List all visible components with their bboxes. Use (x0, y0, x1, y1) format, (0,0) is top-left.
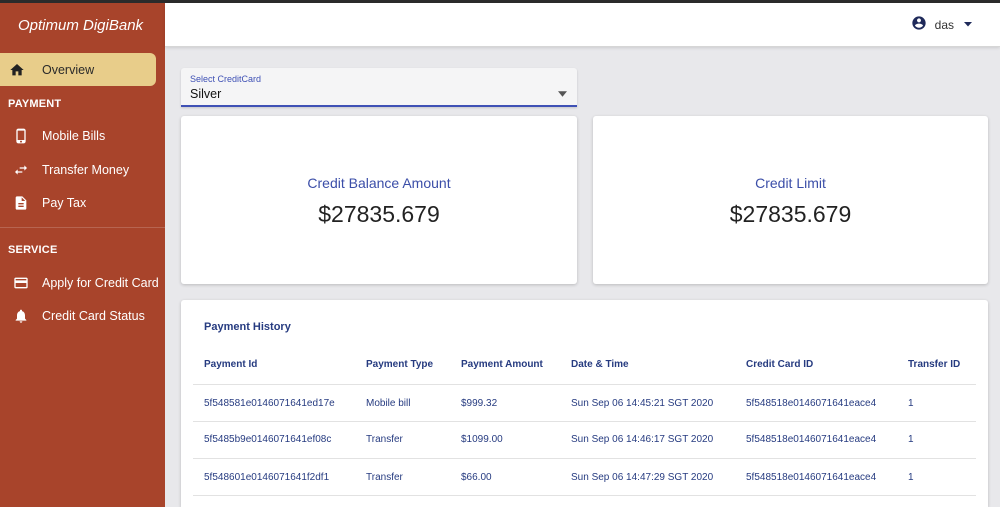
cell-date-time: Sun Sep 06 14:45:21 SGT 2020 (571, 398, 714, 409)
sidebar-item-label: Transfer Money (42, 163, 130, 177)
cell-transfer-id: 1 (908, 472, 914, 483)
cell-transfer-id: 1 (908, 398, 914, 409)
card-title: Credit Balance Amount (307, 175, 451, 191)
cell-transfer-id: 1 (908, 434, 914, 445)
chevron-down-icon (963, 18, 973, 32)
column-header: Payment Id (204, 359, 258, 370)
column-header: Date & Time (571, 359, 629, 370)
dropdown-arrow-icon (558, 84, 567, 102)
credit-balance-card: Credit Balance Amount $27835.679 (181, 116, 577, 284)
sidebar-item-mobile-bills[interactable]: Mobile Bills (0, 121, 165, 151)
sidebar-item-overview[interactable]: Overview (0, 53, 156, 86)
credit-card-select[interactable]: Select CreditCard Silver (181, 68, 577, 107)
column-header: Credit Card ID (746, 359, 814, 370)
column-header: Transfer ID (908, 359, 961, 370)
section-service: SERVICE (8, 244, 58, 256)
payment-history-panel: Payment History Payment Id Payment Type … (181, 300, 988, 507)
sidebar-divider (0, 227, 165, 228)
row-divider (193, 421, 976, 422)
row-divider (193, 384, 976, 385)
sidebar-item-credit-card-status[interactable]: Credit Card Status (0, 301, 165, 331)
account-circle-icon (911, 15, 927, 34)
sidebar-item-transfer-money[interactable]: Transfer Money (0, 155, 165, 185)
mobile-phone-icon (0, 128, 42, 144)
sidebar-item-label: Apply for Credit Card (42, 276, 159, 290)
credit-limit-card: Credit Limit $27835.679 (593, 116, 988, 284)
cell-payment-id: 5f5485b9e0146071641ef08c (204, 434, 332, 445)
brand-title: Optimum DigiBank (18, 16, 144, 34)
card-value: $27835.679 (729, 201, 852, 227)
card-title: Credit Limit (755, 175, 826, 191)
cell-payment-type: Transfer (366, 434, 403, 445)
select-label: Select CreditCard (190, 74, 262, 84)
section-payment: PAYMENT (8, 98, 62, 110)
card-value: $27835.679 (318, 201, 440, 227)
sidebar-item-pay-tax[interactable]: Pay Tax (0, 188, 165, 218)
cell-credit-card-id: 5f548518e0146071641eace4 (746, 434, 877, 445)
sidebar-item-apply-credit-card[interactable]: Apply for Credit Card (0, 268, 165, 298)
username: das (934, 17, 954, 32)
home-icon (0, 62, 33, 78)
row-divider (193, 458, 976, 459)
cell-credit-card-id: 5f548518e0146071641eace4 (746, 398, 877, 409)
cell-credit-card-id: 5f548518e0146071641eace4 (746, 472, 877, 483)
user-menu[interactable]: das (911, 15, 973, 34)
sidebar-item-label: Overview (42, 62, 95, 77)
cell-payment-amount: $66.00 (461, 472, 492, 483)
cell-payment-id: 5f548581e0146071641ed17e (204, 398, 335, 409)
transfer-arrows-icon (0, 162, 42, 178)
bell-icon (0, 308, 42, 324)
sidebar-item-label: Credit Card Status (42, 309, 145, 323)
column-header: Payment Amount (461, 359, 543, 370)
cell-payment-type: Mobile bill (366, 398, 411, 409)
cell-date-time: Sun Sep 06 14:47:29 SGT 2020 (571, 472, 714, 483)
select-value: Silver (190, 87, 222, 101)
sidebar-item-label: Mobile Bills (42, 129, 106, 143)
document-icon (0, 195, 42, 211)
sidebar: Optimum DigiBank Overview PAYMENT Mobile… (0, 3, 165, 507)
row-divider (193, 495, 976, 496)
cell-date-time: Sun Sep 06 14:46:17 SGT 2020 (571, 434, 714, 445)
top-app-bar: das (165, 3, 1000, 47)
column-header: Payment Type (366, 359, 434, 370)
credit-card-icon (0, 275, 42, 291)
cell-payment-type: Transfer (366, 472, 403, 483)
cell-payment-amount: $1099.00 (461, 434, 503, 445)
payment-history-title: Payment History (204, 321, 291, 333)
cell-payment-amount: $999.32 (461, 398, 498, 409)
cell-payment-id: 5f548601e0146071641f2df1 (204, 472, 330, 483)
sidebar-item-label: Pay Tax (42, 196, 87, 210)
